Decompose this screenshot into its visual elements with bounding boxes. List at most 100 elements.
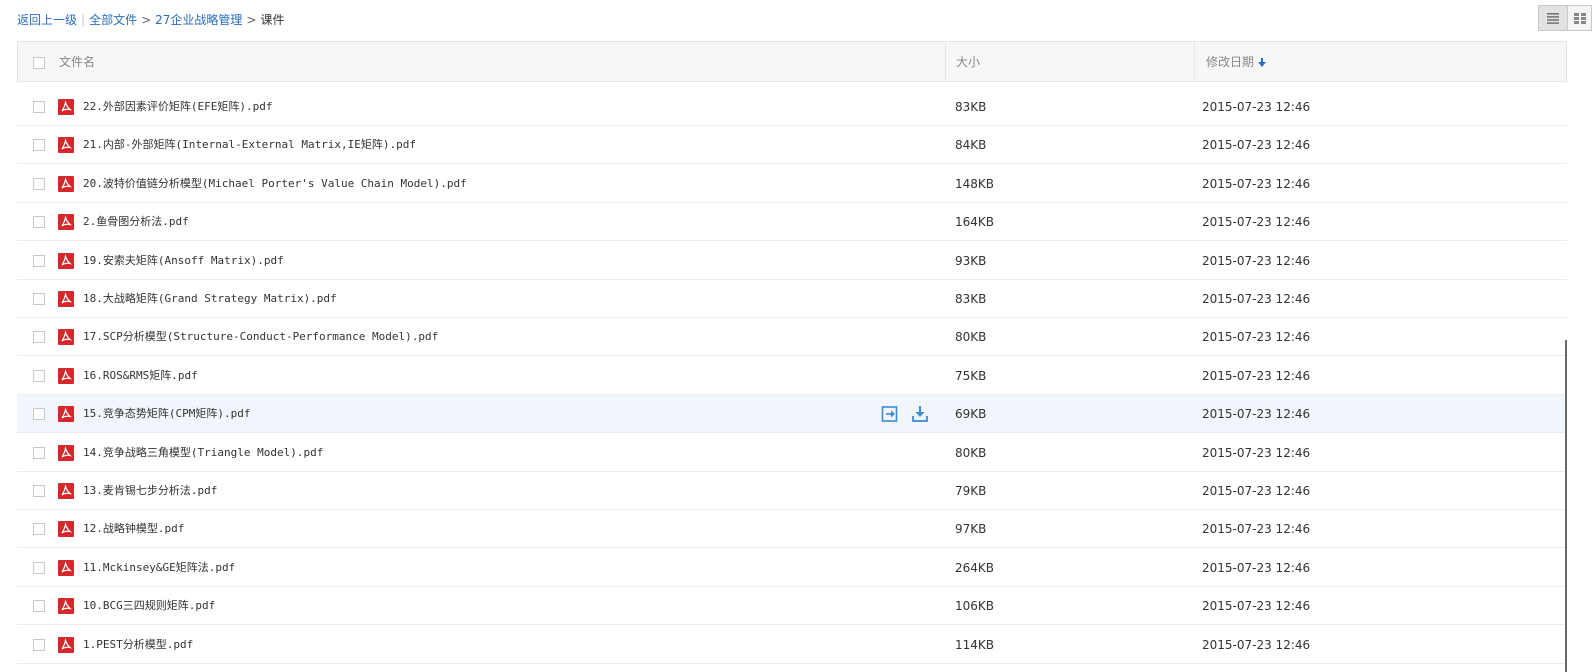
file-size: 97KB <box>955 522 987 536</box>
file-checkbox[interactable] <box>33 523 45 535</box>
file-checkbox[interactable] <box>33 485 45 497</box>
file-name[interactable]: 10.BCG三四规则矩阵.pdf <box>83 597 215 615</box>
pdf-icon <box>58 99 74 115</box>
file-checkbox[interactable] <box>33 639 45 651</box>
file-date: 2015-07-23 12:46 <box>1202 254 1311 268</box>
file-date: 2015-07-23 12:46 <box>1202 215 1311 229</box>
column-header-date[interactable]: 修改日期 <box>1206 42 1267 82</box>
file-name[interactable]: 15.竞争态势矩阵(CPM矩阵).pdf <box>83 405 250 423</box>
file-row[interactable]: 14.竞争战略三角模型(Triangle Model).pdf 80KB 201… <box>17 434 1567 472</box>
file-size: 106KB <box>955 599 995 613</box>
arrow-down-icon[interactable] <box>1258 58 1267 67</box>
file-row[interactable]: 16.ROS&RMS矩阵.pdf 75KB 2015-07-23 12:46 <box>17 357 1567 395</box>
file-row[interactable]: 19.安索夫矩阵(Ansoff Matrix).pdf 93KB 2015-07… <box>17 242 1567 280</box>
file-row[interactable]: 20.波特价值链分析模型(Michael Porter's Value Chai… <box>17 165 1567 203</box>
pdf-icon <box>58 560 74 576</box>
file-name[interactable]: 12.战略钟模型.pdf <box>83 520 184 538</box>
file-row[interactable]: 17.SCP分析模型(Structure-Conduct-Performance… <box>17 318 1567 356</box>
file-checkbox[interactable] <box>33 562 45 574</box>
file-row[interactable]: 2.鱼骨图分析法.pdf 164KB 2015-07-23 12:46 <box>17 203 1567 241</box>
file-row[interactable]: 1.PEST分析模型.pdf 114KB 2015-07-23 12:46 <box>17 626 1567 664</box>
file-name[interactable]: 11.Mckinsey&GE矩阵法.pdf <box>83 559 235 577</box>
file-name[interactable]: 18.大战略矩阵(Grand Strategy Matrix).pdf <box>83 290 337 308</box>
table-header: 文件名 大小 修改日期 <box>17 41 1567 82</box>
file-row[interactable]: 18.大战略矩阵(Grand Strategy Matrix).pdf 83KB… <box>17 280 1567 318</box>
file-name[interactable]: 22.外部因素评价矩阵(EFE矩阵).pdf <box>83 98 272 116</box>
pdf-icon <box>58 483 74 499</box>
column-header-date-label: 修改日期 <box>1206 55 1255 69</box>
file-date: 2015-07-23 12:46 <box>1202 638 1311 652</box>
file-size: 83KB <box>955 292 987 306</box>
file-name[interactable]: 17.SCP分析模型(Structure-Conduct-Performance… <box>83 328 438 346</box>
file-name[interactable]: 13.麦肯锡七步分析法.pdf <box>83 482 217 500</box>
file-name[interactable]: 21.内部-外部矩阵(Internal-External Matrix,IE矩阵… <box>83 136 416 154</box>
column-divider[interactable] <box>945 42 946 82</box>
file-row[interactable]: 13.麦肯锡七步分析法.pdf 79KB 2015-07-23 12:46 <box>17 472 1567 510</box>
file-checkbox[interactable] <box>33 293 45 305</box>
file-size: 75KB <box>955 369 987 383</box>
folder-link[interactable]: 27企业战略管理 <box>155 13 242 27</box>
breadcrumb: 返回上一级 | 全部文件 >27企业战略管理 > 课件 <box>17 11 285 29</box>
file-size: 69KB <box>955 407 987 421</box>
file-checkbox[interactable] <box>33 178 45 190</box>
column-divider[interactable] <box>1194 42 1195 82</box>
file-checkbox[interactable] <box>33 408 45 420</box>
file-date: 2015-07-23 12:46 <box>1202 446 1311 460</box>
breadcrumb-arrow: > <box>246 13 257 27</box>
file-checkbox[interactable] <box>33 447 45 459</box>
pdf-icon <box>58 406 74 422</box>
file-date: 2015-07-23 12:46 <box>1202 484 1311 498</box>
file-name[interactable]: 19.安索夫矩阵(Ansoff Matrix).pdf <box>83 252 284 270</box>
download-icon[interactable] <box>911 405 929 423</box>
file-name[interactable]: 14.竞争战略三角模型(Triangle Model).pdf <box>83 444 323 462</box>
file-checkbox[interactable] <box>33 139 45 151</box>
share-icon[interactable] <box>881 405 899 423</box>
file-table: 文件名 大小 修改日期 22.外部因素评价矩阵(EFE矩阵).pdf 83KB … <box>17 41 1567 672</box>
pdf-icon <box>58 291 74 307</box>
pdf-icon <box>58 176 74 192</box>
column-header-size[interactable]: 大小 <box>956 42 980 82</box>
file-row[interactable]: 15.竞争态势矩阵(CPM矩阵).pdf 69KB 2015-07-23 12:… <box>17 395 1567 433</box>
back-link[interactable]: 返回上一级 <box>17 13 77 27</box>
pdf-icon <box>58 598 74 614</box>
pdf-icon <box>58 368 74 384</box>
pdf-icon <box>58 329 74 345</box>
grid-view-button[interactable] <box>1568 5 1592 31</box>
file-row[interactable]: 12.战略钟模型.pdf 97KB 2015-07-23 12:46 <box>17 510 1567 548</box>
pdf-icon <box>58 253 74 269</box>
file-date: 2015-07-23 12:46 <box>1202 522 1311 536</box>
pdf-icon <box>58 214 74 230</box>
breadcrumb-arrow: > <box>141 13 152 27</box>
file-name[interactable]: 1.PEST分析模型.pdf <box>83 636 193 654</box>
file-checkbox[interactable] <box>33 370 45 382</box>
row-actions <box>881 405 929 423</box>
select-all-checkbox[interactable] <box>33 57 45 69</box>
file-date: 2015-07-23 12:46 <box>1202 330 1311 344</box>
file-row[interactable]: 21.内部-外部矩阵(Internal-External Matrix,IE矩阵… <box>17 126 1567 164</box>
file-checkbox[interactable] <box>33 331 45 343</box>
file-name[interactable]: 20.波特价值链分析模型(Michael Porter's Value Chai… <box>83 175 467 193</box>
file-checkbox[interactable] <box>33 101 45 113</box>
all-files-link[interactable]: 全部文件 <box>89 13 137 27</box>
file-checkbox[interactable] <box>33 255 45 267</box>
file-checkbox[interactable] <box>33 600 45 612</box>
column-header-name[interactable]: 文件名 <box>59 42 95 82</box>
breadcrumb-separator: | <box>81 13 86 27</box>
list-view-button[interactable] <box>1538 5 1568 31</box>
file-row[interactable]: 11.Mckinsey&GE矩阵法.pdf 264KB 2015-07-23 1… <box>17 549 1567 587</box>
scrollbar[interactable] <box>1565 340 1567 672</box>
file-row[interactable]: 22.外部因素评价矩阵(EFE矩阵).pdf 83KB 2015-07-23 1… <box>17 88 1567 126</box>
pdf-icon <box>58 521 74 537</box>
file-size: 148KB <box>955 177 995 191</box>
file-row[interactable]: 10.BCG三四规则矩阵.pdf 106KB 2015-07-23 12:46 <box>17 587 1567 625</box>
file-date: 2015-07-23 12:46 <box>1202 407 1311 421</box>
file-size: 83KB <box>955 100 987 114</box>
file-date: 2015-07-23 12:46 <box>1202 177 1311 191</box>
pdf-icon <box>58 137 74 153</box>
file-date: 2015-07-23 12:46 <box>1202 138 1311 152</box>
file-name[interactable]: 16.ROS&RMS矩阵.pdf <box>83 367 198 385</box>
file-size: 84KB <box>955 138 987 152</box>
file-name[interactable]: 2.鱼骨图分析法.pdf <box>83 213 189 231</box>
file-date: 2015-07-23 12:46 <box>1202 561 1311 575</box>
file-checkbox[interactable] <box>33 216 45 228</box>
